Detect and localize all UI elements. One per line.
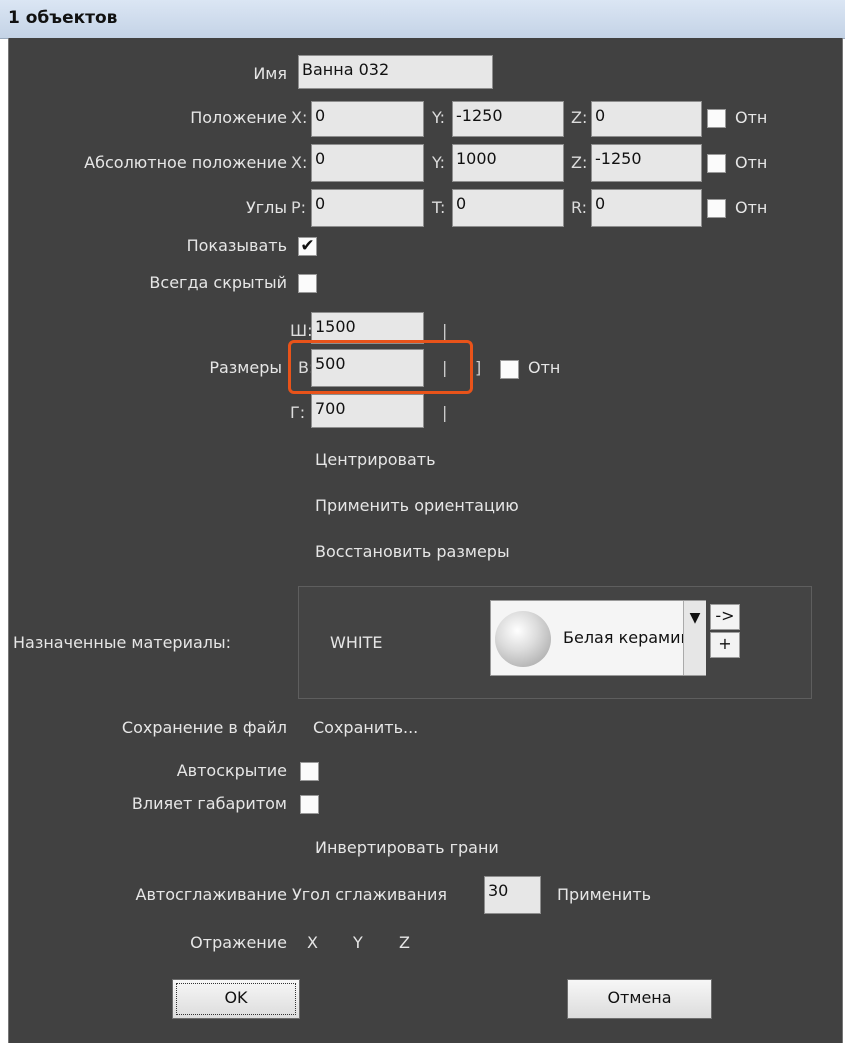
size-label: Размеры <box>209 358 282 377</box>
always-hidden-label: Всегда скрытый <box>149 273 287 292</box>
position-x-input[interactable]: 0 <box>311 101 424 137</box>
position-label: Положение <box>190 108 287 127</box>
angle-t-input[interactable]: 0 <box>452 189 564 227</box>
position-rel-checkbox[interactable] <box>707 109 726 128</box>
autohide-label: Автоскрытие <box>176 761 287 780</box>
autohide-checkbox[interactable] <box>300 762 319 781</box>
size-w-axis: Ш: <box>290 321 313 340</box>
size-highlight-frame <box>288 340 473 394</box>
angle-p-input[interactable]: 0 <box>311 189 424 227</box>
invert-faces-button[interactable]: Инвертировать грани <box>315 838 499 857</box>
reflection-label: Отражение <box>190 933 287 952</box>
cancel-button[interactable]: Отмена <box>567 979 712 1019</box>
angle-r-axis: R: <box>571 198 588 217</box>
name-label: Имя <box>253 64 287 83</box>
size-d-input[interactable]: 700 <box>311 394 424 428</box>
smoothing-apply-button[interactable]: Применить <box>557 885 651 904</box>
save-button[interactable]: Сохранить... <box>313 718 418 737</box>
angles-rel-checkbox[interactable] <box>707 199 726 218</box>
angle-r-input[interactable]: 0 <box>591 189 702 227</box>
abs-position-label: Абсолютное положение <box>84 153 287 172</box>
size-bracket: ] <box>475 358 482 377</box>
size-d-axis: Г: <box>290 403 306 422</box>
abs-y-axis: Y: <box>432 153 446 172</box>
abs-rel-checkbox[interactable] <box>707 154 726 173</box>
material-select[interactable]: Белая керамика ▼ <box>490 600 706 676</box>
position-y-axis: Y: <box>432 108 446 127</box>
material-pick-button[interactable]: -> <box>710 604 740 630</box>
size-d-lock[interactable]: | <box>442 403 447 422</box>
materials-group: WHITE Белая керамика ▼ -> + <box>298 586 812 699</box>
abs-z-input[interactable]: -1250 <box>591 144 702 182</box>
angle-p-axis: P: <box>291 198 307 217</box>
window-title: 1 объектов <box>8 8 118 28</box>
abs-z-axis: Z: <box>571 153 588 172</box>
properties-panel: Имя Ванна 032 Положение X: 0 Y: -1250 Z:… <box>8 38 843 1043</box>
apply-orientation-button[interactable]: Применить ориентацию <box>315 496 519 515</box>
affects-bounds-checkbox[interactable] <box>300 795 319 814</box>
material-preview-icon <box>495 611 551 667</box>
size-rel-checkbox[interactable] <box>500 360 519 379</box>
size-rel-label: Отн <box>528 358 561 377</box>
title-bar[interactable]: 1 объектов <box>0 0 845 39</box>
save-to-file-label: Сохранение в файл <box>121 718 287 737</box>
position-y-input[interactable]: -1250 <box>452 101 564 137</box>
autosmooth-label: Автосглаживание <box>135 885 287 904</box>
angles-label: Углы <box>245 198 287 217</box>
reflection-x-toggle[interactable]: X <box>307 933 318 952</box>
always-hidden-checkbox[interactable] <box>298 274 317 293</box>
name-input[interactable]: Ванна 032 <box>298 55 493 89</box>
material-dropdown-arrow-icon[interactable]: ▼ <box>683 601 706 675</box>
smoothing-angle-input[interactable]: 30 <box>484 876 541 914</box>
material-slot-name: WHITE <box>330 633 383 652</box>
abs-x-axis: X: <box>291 153 308 172</box>
smoothing-angle-label: Угол сглаживания <box>292 885 448 904</box>
reflection-z-toggle[interactable]: Z <box>399 933 410 952</box>
angles-rel-label: Отн <box>735 198 768 217</box>
object-properties-dialog: 1 объектов Имя Ванна 032 Положение X: 0 … <box>0 0 845 1045</box>
materials-label: Назначенные материалы: <box>13 633 232 652</box>
show-checkbox[interactable]: ✔ <box>298 237 317 256</box>
affects-bounds-label: Влияет габаритом <box>131 794 287 813</box>
reflection-y-toggle[interactable]: Y <box>353 933 363 952</box>
abs-rel-label: Отн <box>735 153 768 172</box>
position-z-input[interactable]: 0 <box>591 101 702 137</box>
center-button[interactable]: Центрировать <box>315 450 436 469</box>
material-selected-name: Белая керамика <box>563 628 687 647</box>
ok-button[interactable]: OK <box>172 979 300 1019</box>
material-add-button[interactable]: + <box>710 632 740 658</box>
abs-x-input[interactable]: 0 <box>311 144 424 182</box>
angle-t-axis: T: <box>432 198 446 217</box>
restore-sizes-button[interactable]: Восстановить размеры <box>315 542 510 561</box>
position-x-axis: X: <box>291 108 308 127</box>
position-z-axis: Z: <box>571 108 588 127</box>
position-rel-label: Отн <box>735 108 768 127</box>
abs-y-input[interactable]: 1000 <box>452 144 564 182</box>
size-w-lock[interactable]: | <box>442 321 447 340</box>
show-label: Показывать <box>186 236 287 255</box>
